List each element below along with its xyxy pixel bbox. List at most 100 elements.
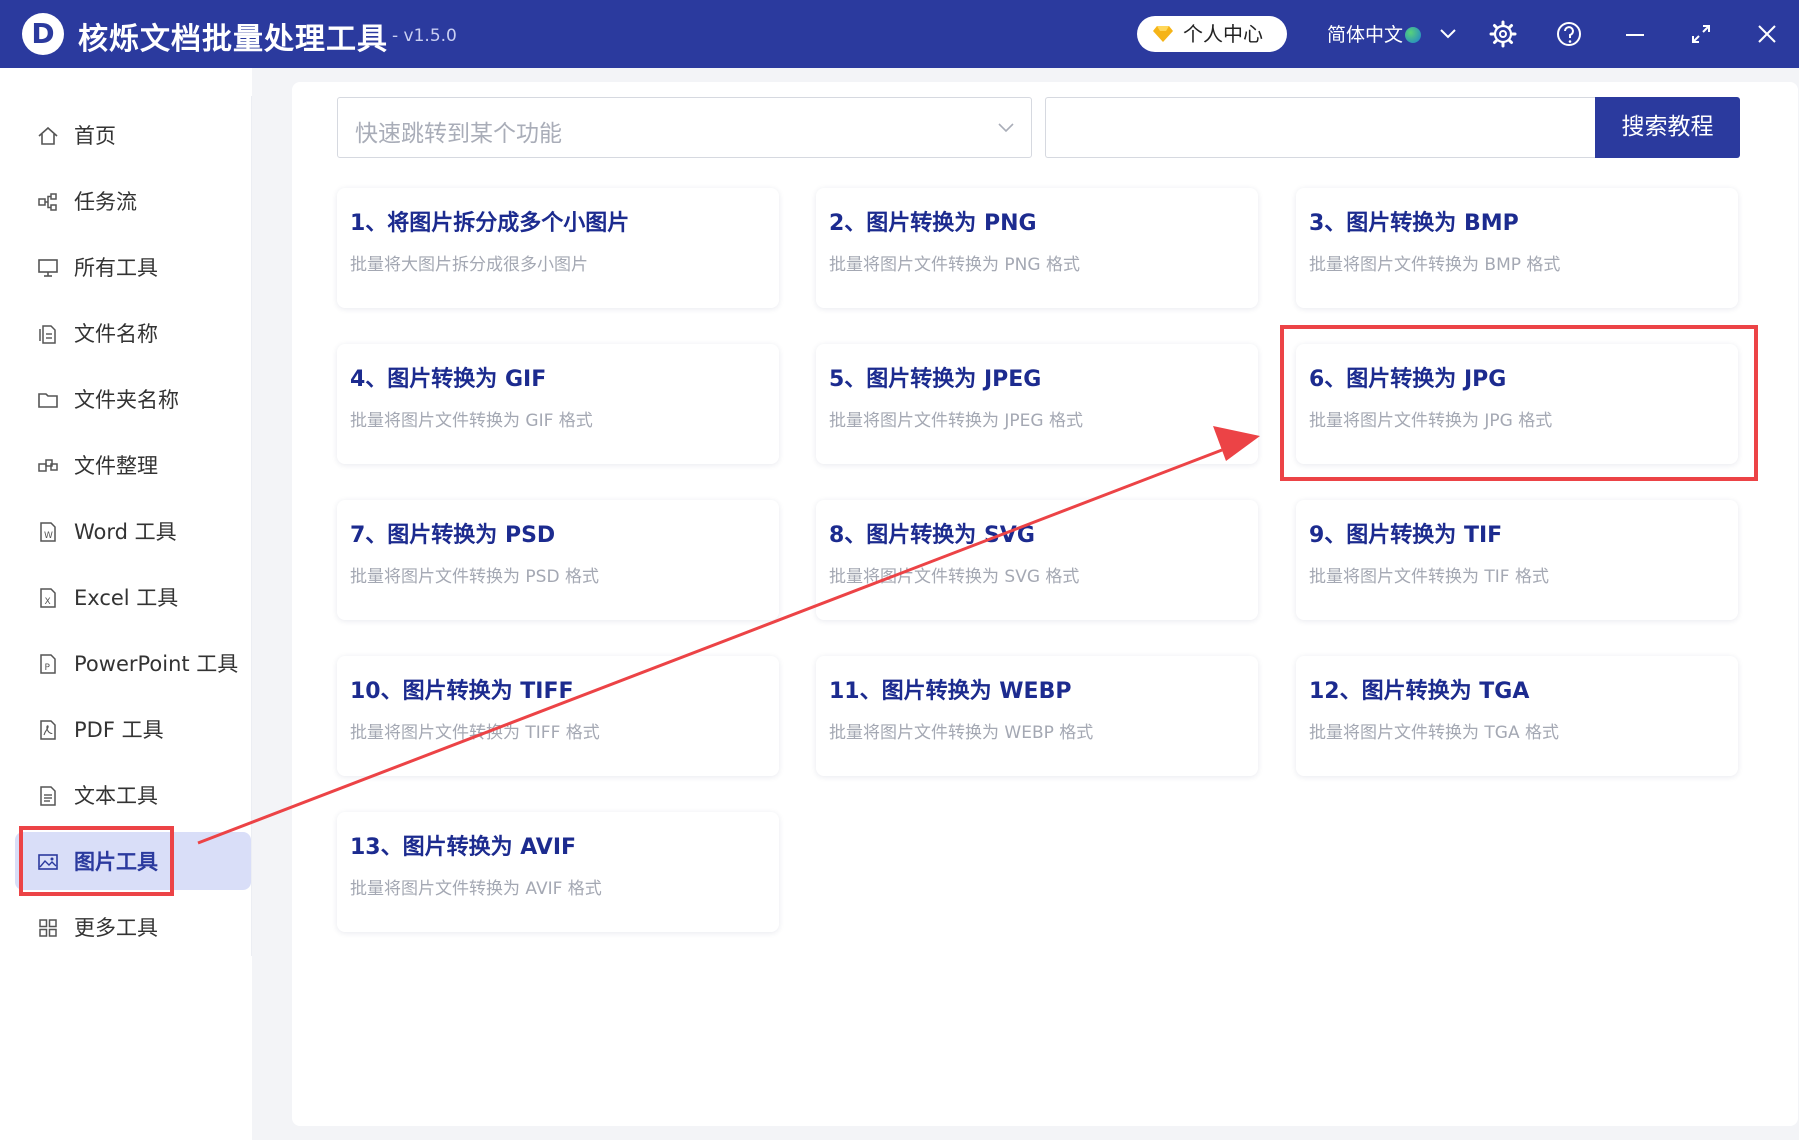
user-center-button[interactable]: 个人中心 xyxy=(1137,16,1287,52)
tool-card-split-image[interactable]: 1、将图片拆分成多个小图片 批量将大图片拆分成很多小图片 xyxy=(337,188,779,308)
sidebar-item-excel[interactable]: X Excel 工具 xyxy=(15,568,251,626)
sidebar-item-label: 更多工具 xyxy=(74,916,158,940)
card-title: 12、图片转换为 TGA xyxy=(1309,679,1530,704)
search-tutorial-button[interactable]: 搜索教程 xyxy=(1595,97,1740,158)
tool-card-to-avif[interactable]: 13、图片转换为 AVIF 批量将图片文件转换为 AVIF 格式 xyxy=(337,812,779,932)
sidebar-item-all-tools[interactable]: 所有工具 xyxy=(15,238,251,296)
sidebar-item-file-name[interactable]: 文件名称 xyxy=(15,304,251,362)
sidebar-item-label: 图片工具 xyxy=(74,850,158,874)
sidebar-item-more[interactable]: 更多工具 xyxy=(15,898,251,956)
language-label: 简体中文 xyxy=(1327,24,1404,46)
sidebar-item-label: 任务流 xyxy=(74,190,137,214)
powerpoint-icon: P xyxy=(40,654,56,674)
chevron-down-icon xyxy=(1440,29,1456,39)
pdf-icon xyxy=(40,720,56,740)
tool-card-to-tiff[interactable]: 10、图片转换为 TIFF 批量将图片文件转换为 TIFF 格式 xyxy=(337,656,779,776)
tool-card-to-jpg[interactable]: 6、图片转换为 JPG 批量将图片文件转换为 JPG 格式 xyxy=(1296,344,1738,464)
tool-card-to-tif[interactable]: 9、图片转换为 TIF 批量将图片文件转换为 TIF 格式 xyxy=(1296,500,1738,620)
card-title: 6、图片转换为 JPG xyxy=(1309,367,1507,392)
folder-icon xyxy=(38,393,58,408)
sidebar-item-image[interactable]: 图片工具 xyxy=(15,832,251,890)
user-center-label: 个人中心 xyxy=(1183,22,1263,46)
sidebar-item-label: PowerPoint 工具 xyxy=(74,652,239,676)
sidebar-item-label: PDF 工具 xyxy=(74,718,164,742)
card-title: 4、图片转换为 GIF xyxy=(350,367,547,392)
card-title: 5、图片转换为 JPEG xyxy=(829,367,1042,392)
svg-text:P: P xyxy=(45,663,51,673)
card-title: 13、图片转换为 AVIF xyxy=(350,835,577,860)
sidebar-item-pdf[interactable]: PDF 工具 xyxy=(15,700,251,758)
card-title: 11、图片转换为 WEBP xyxy=(829,679,1072,704)
card-description: 批量将图片文件转换为 PNG 格式 xyxy=(829,255,1080,275)
sidebar-item-label: 所有工具 xyxy=(74,256,158,280)
sidebar-item-powerpoint[interactable]: P PowerPoint 工具 xyxy=(15,634,251,692)
quick-jump-select[interactable]: 快速跳转到某个功能 xyxy=(337,97,1032,158)
app-version: - v1.5.0 xyxy=(392,26,457,46)
app-logo: D xyxy=(22,13,64,55)
word-icon: W xyxy=(40,522,56,542)
tool-card-to-svg[interactable]: 8、图片转换为 SVG 批量将图片文件转换为 SVG 格式 xyxy=(816,500,1258,620)
card-title: 8、图片转换为 SVG xyxy=(829,523,1035,548)
card-title: 7、图片转换为 PSD xyxy=(350,523,556,548)
workflow-icon xyxy=(38,193,57,211)
sidebar-item-file-organize[interactable]: 文件整理 xyxy=(15,436,251,494)
tool-card-to-webp[interactable]: 11、图片转换为 WEBP 批量将图片文件转换为 WEBP 格式 xyxy=(816,656,1258,776)
sidebar-item-label: 首页 xyxy=(74,124,116,148)
maximize-icon[interactable] xyxy=(1685,18,1717,50)
sidebar-divider xyxy=(251,96,252,956)
language-selector[interactable]: 简体中文 xyxy=(1327,20,1457,47)
excel-icon: X xyxy=(40,588,56,608)
settings-icon[interactable] xyxy=(1487,18,1519,50)
card-title: 9、图片转换为 TIF xyxy=(1309,523,1503,548)
card-description: 批量将图片文件转换为 TIFF 格式 xyxy=(350,723,600,743)
quick-jump-placeholder: 快速跳转到某个功能 xyxy=(355,121,562,147)
sidebar-item-folder-name[interactable]: 文件夹名称 xyxy=(15,370,251,428)
card-title: 3、图片转换为 BMP xyxy=(1309,211,1519,236)
tool-card-to-tga[interactable]: 12、图片转换为 TGA 批量将图片文件转换为 TGA 格式 xyxy=(1296,656,1738,776)
app-title: 核烁文档批量处理工具 xyxy=(78,22,388,57)
tool-card-to-png[interactable]: 2、图片转换为 PNG 批量将图片文件转换为 PNG 格式 xyxy=(816,188,1258,308)
tool-card-to-bmp[interactable]: 3、图片转换为 BMP 批量将图片文件转换为 BMP 格式 xyxy=(1296,188,1738,308)
monitor-icon xyxy=(38,259,58,277)
organize-icon xyxy=(38,459,58,472)
card-description: 批量将图片文件转换为 GIF 格式 xyxy=(350,411,593,431)
card-description: 批量将图片文件转换为 AVIF 格式 xyxy=(350,879,602,899)
text-file-icon xyxy=(40,786,56,806)
svg-text:X: X xyxy=(45,597,51,607)
help-icon[interactable] xyxy=(1553,18,1585,50)
card-description: 批量将图片文件转换为 TGA 格式 xyxy=(1309,723,1559,743)
card-title: 1、将图片拆分成多个小图片 xyxy=(350,211,630,236)
sidebar-item-label: Excel 工具 xyxy=(74,586,179,610)
card-description: 批量将图片文件转换为 WEBP 格式 xyxy=(829,723,1094,743)
sidebar-item-home[interactable]: 首页 xyxy=(15,106,251,164)
sidebar-item-label: Word 工具 xyxy=(74,520,177,544)
sidebar-item-word[interactable]: W Word 工具 xyxy=(15,502,251,560)
card-description: 批量将图片文件转换为 PSD 格式 xyxy=(350,567,599,587)
minimize-icon[interactable] xyxy=(1619,18,1651,50)
tool-card-to-psd[interactable]: 7、图片转换为 PSD 批量将图片文件转换为 PSD 格式 xyxy=(337,500,779,620)
card-title: 10、图片转换为 TIFF xyxy=(350,679,574,704)
diamond-icon xyxy=(1153,26,1173,42)
sidebar-item-label: 文件夹名称 xyxy=(74,388,179,412)
tool-card-to-gif[interactable]: 4、图片转换为 GIF 批量将图片文件转换为 GIF 格式 xyxy=(337,344,779,464)
card-description: 批量将图片文件转换为 JPG 格式 xyxy=(1309,411,1553,431)
file-name-icon xyxy=(39,325,56,344)
home-icon xyxy=(38,126,58,145)
grid-icon xyxy=(39,919,57,937)
search-input[interactable] xyxy=(1045,97,1595,158)
image-icon xyxy=(38,854,58,870)
card-description: 批量将图片文件转换为 JPEG 格式 xyxy=(829,411,1083,431)
sidebar-item-label: 文件名称 xyxy=(74,322,158,346)
sidebar-item-workflow[interactable]: 任务流 xyxy=(15,172,251,230)
card-description: 批量将图片文件转换为 TIF 格式 xyxy=(1309,567,1549,587)
tool-card-to-jpeg[interactable]: 5、图片转换为 JPEG 批量将图片文件转换为 JPEG 格式 xyxy=(816,344,1258,464)
close-icon[interactable] xyxy=(1751,18,1783,50)
sidebar-item-label: 文本工具 xyxy=(74,784,158,808)
chevron-down-icon xyxy=(998,123,1014,133)
card-description: 批量将大图片拆分成很多小图片 xyxy=(350,255,588,275)
sidebar-item-text[interactable]: 文本工具 xyxy=(15,766,251,824)
card-description: 批量将图片文件转换为 SVG 格式 xyxy=(829,567,1080,587)
svg-text:W: W xyxy=(44,531,53,541)
sidebar-item-label: 文件整理 xyxy=(74,454,158,478)
title-bar: D 核烁文档批量处理工具 - v1.5.0 个人中心 简体中文 xyxy=(0,0,1799,68)
